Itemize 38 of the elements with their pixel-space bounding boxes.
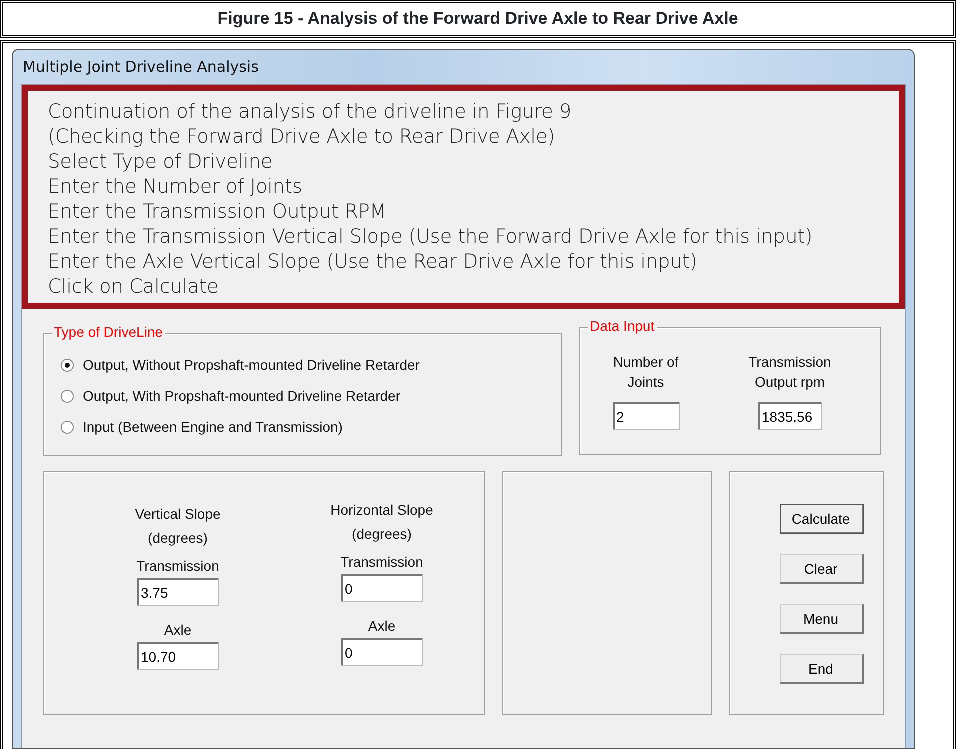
field-label: Transmission (136, 558, 220, 574)
field-label: Transmission Output rpm (748, 353, 832, 392)
field-label: Transmission (340, 554, 424, 570)
instruction-text: Select Type of Driveline (48, 149, 273, 174)
column-heading: Horizontal Slope (330, 502, 434, 518)
input-field[interactable]: 3.75 (137, 578, 219, 606)
action-button[interactable]: Clear (780, 554, 864, 584)
instruction-text: Enter the Number of Joints (48, 174, 302, 199)
window-title: Multiple Joint Driveline Analysis (22, 58, 259, 76)
field-label: Axle (368, 618, 396, 634)
option-label: Output, Without Propshaft-mounted Driveline Retarder (83, 357, 420, 373)
group-label: Data Input (588, 318, 657, 334)
field-label: Axle (164, 622, 192, 638)
instruction-text: (Checking the Forward Drive Axle to Rear Drive Axle) (48, 124, 556, 149)
column-heading: Vertical Slope (135, 506, 221, 522)
unit-label: (degrees) (352, 526, 412, 542)
action-button[interactable]: Calculate (780, 504, 864, 534)
action-button[interactable]: End (780, 654, 864, 684)
radio-button[interactable] (61, 358, 74, 372)
figure-title: Figure 15 - Analysis of the Forward Drive Axle to Rear Drive Axle (216, 9, 740, 29)
input-field[interactable]: 10.70 (137, 642, 219, 670)
instruction-text: Enter the Axle Vertical Slope (Use the Rear Drive Axle for this input) (48, 249, 698, 274)
option-label: Output, With Propshaft-mounted Driveline Retarder (83, 388, 400, 404)
input-field[interactable]: 0 (341, 574, 423, 602)
input-field[interactable]: 1835.56 (758, 402, 822, 430)
option-label: Input (Between Engine and Transmission) (83, 419, 343, 435)
unit-label: (degrees) (148, 530, 208, 546)
action-button[interactable]: Menu (780, 604, 864, 634)
input-field[interactable]: 2 (612, 402, 680, 430)
instruction-text: Continuation of the analysis of the driveline in Figure 9 (48, 99, 572, 124)
field-label: Number of Joints (612, 353, 680, 392)
input-field[interactable]: 0 (341, 638, 423, 666)
instruction-text: Enter the Transmission Vertical Slope (Use the Forward Drive Axle for this input) (48, 224, 812, 249)
instruction-text: Click on Calculate (48, 274, 219, 299)
radio-button[interactable] (61, 420, 74, 434)
instruction-text: Enter the Transmission Output RPM (48, 199, 386, 224)
group-label: Type of DriveLine (52, 324, 165, 340)
radio-button[interactable] (61, 390, 74, 402)
